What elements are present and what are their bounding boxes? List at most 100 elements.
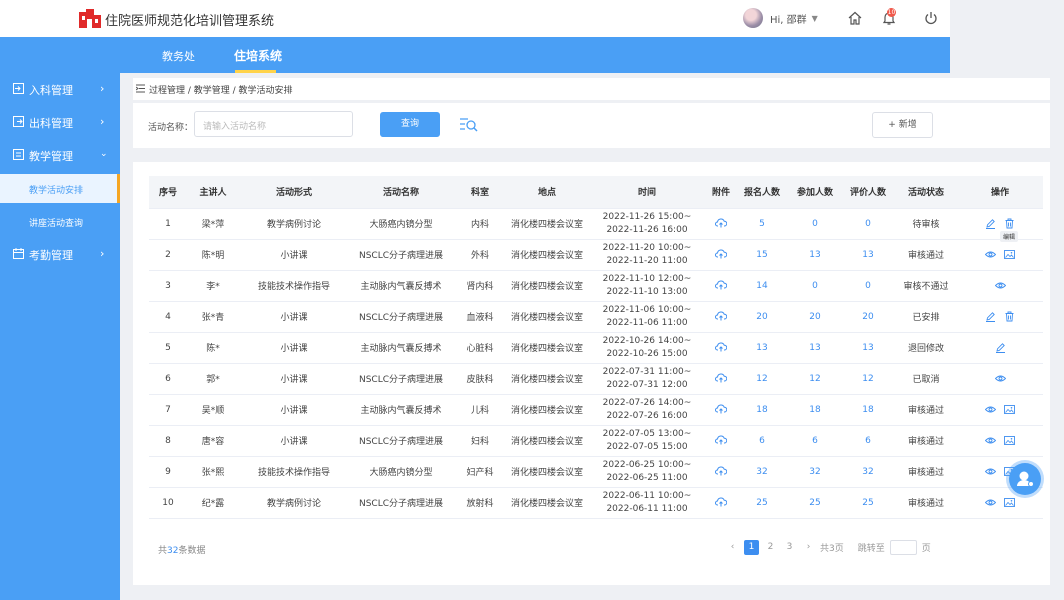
cell-actions: [957, 332, 1043, 364]
time-start: 2022-11-10 12:00~: [602, 273, 692, 284]
home-icon[interactable]: [847, 10, 863, 26]
query-button[interactable]: 查询: [380, 112, 440, 137]
time-start: 2022-11-06 10:00~: [602, 304, 692, 315]
advanced-search-icon[interactable]: [460, 117, 478, 133]
cell-attend-count[interactable]: 32: [789, 456, 841, 488]
cell-signup-count[interactable]: 32: [735, 456, 789, 488]
sidebar-subitem-activity-schedule[interactable]: 教学活动安排: [0, 174, 120, 203]
cell-attend-count[interactable]: 18: [789, 394, 841, 426]
cell-attachment[interactable]: [707, 270, 735, 302]
page-3[interactable]: 3: [782, 540, 797, 555]
next-page-icon[interactable]: ›: [801, 540, 816, 555]
cell-attachment[interactable]: [707, 425, 735, 457]
cell-attachment[interactable]: [707, 332, 735, 364]
power-icon[interactable]: [923, 10, 939, 26]
view-icon[interactable]: [994, 373, 1006, 384]
user-greeting[interactable]: Hi, 邵群: [770, 11, 807, 26]
cloud-upload-icon[interactable]: [715, 342, 728, 352]
assistant-button[interactable]: [1009, 463, 1041, 495]
sidebar-item-discharge[interactable]: 出科管理 ›: [0, 107, 120, 137]
image-icon[interactable]: [1004, 404, 1015, 415]
cell-review-count[interactable]: 20: [841, 301, 895, 333]
edit-icon[interactable]: [995, 342, 1006, 353]
sidebar-item-teaching[interactable]: 教学管理 ⌄: [0, 140, 120, 170]
cloud-upload-icon[interactable]: [715, 466, 728, 476]
delete-icon[interactable]: [1004, 311, 1015, 322]
cell-activity-name: NSCLC分子病理进展: [349, 239, 453, 271]
image-icon[interactable]: [1004, 249, 1015, 260]
time-end: 2022-11-26 16:00: [606, 224, 688, 235]
cell-signup-count[interactable]: 13: [735, 332, 789, 364]
chevron-down-icon[interactable]: ▼: [812, 14, 818, 23]
cell-signup-count[interactable]: 15: [735, 239, 789, 271]
cell-review-count[interactable]: 13: [841, 332, 895, 364]
sidebar-item-admission[interactable]: 入科管理 ›: [0, 74, 120, 104]
prev-page-icon[interactable]: ‹: [725, 540, 740, 555]
page-2[interactable]: 2: [763, 540, 778, 555]
delete-icon[interactable]: [1004, 218, 1015, 229]
view-icon[interactable]: [985, 497, 996, 508]
cell-review-count[interactable]: 0: [841, 270, 895, 302]
cell-review-count[interactable]: 0: [841, 208, 895, 240]
tab-academic-office[interactable]: 教务处: [162, 48, 195, 64]
activity-name-input[interactable]: 请输入活动名称: [194, 111, 353, 137]
add-button[interactable]: + 新增: [872, 112, 933, 138]
jump-page-input[interactable]: [889, 540, 917, 555]
cell-signup-count[interactable]: 18: [735, 394, 789, 426]
cell-attachment[interactable]: [707, 487, 735, 519]
cell-attachment[interactable]: [707, 239, 735, 271]
cell-attend-count[interactable]: 20: [789, 301, 841, 333]
cell-attend-count[interactable]: 13: [789, 332, 841, 364]
avatar[interactable]: [743, 8, 763, 28]
user-menu[interactable]: Hi, 邵群 ▼: [743, 8, 818, 28]
cell-signup-count[interactable]: 20: [735, 301, 789, 333]
cell-review-count[interactable]: 32: [841, 456, 895, 488]
cell-attachment[interactable]: [707, 456, 735, 488]
cell-signup-count[interactable]: 25: [735, 487, 789, 519]
cell-attend-count[interactable]: 25: [789, 487, 841, 519]
cell-signup-count[interactable]: 5: [735, 208, 789, 240]
cell-attend-count[interactable]: 0: [789, 208, 841, 240]
cloud-upload-icon[interactable]: [715, 435, 728, 445]
cloud-upload-icon[interactable]: [715, 280, 728, 290]
view-icon[interactable]: [985, 466, 996, 477]
cell-review-count[interactable]: 13: [841, 239, 895, 271]
view-icon[interactable]: [985, 435, 996, 446]
cell-review-count[interactable]: 12: [841, 363, 895, 395]
sidebar-item-attendance[interactable]: 考勤管理 ›: [0, 239, 120, 269]
cloud-upload-icon[interactable]: [715, 249, 728, 259]
sidebar-subitem-lecture-query[interactable]: 讲座活动查询: [0, 207, 120, 236]
cloud-upload-icon[interactable]: [715, 218, 728, 228]
page-1[interactable]: 1: [744, 540, 759, 555]
cell-review-count[interactable]: 6: [841, 425, 895, 457]
tab-residency-system[interactable]: 住培系统: [234, 47, 282, 64]
cloud-upload-icon[interactable]: [715, 404, 728, 414]
pagination: ‹ 1 2 3 › 共3页 跳转至 页: [725, 540, 931, 555]
table-row: 3 李* 技能技术操作指导 主动脉内气囊反搏术 肾内科 消化楼四楼会议室 2022-11-1…: [149, 270, 1043, 302]
cell-actions: [957, 270, 1043, 302]
cell-attend-count[interactable]: 0: [789, 270, 841, 302]
cell-review-count[interactable]: 18: [841, 394, 895, 426]
edit-icon[interactable]: [985, 218, 996, 229]
cell-attachment[interactable]: [707, 394, 735, 426]
cloud-upload-icon[interactable]: [715, 311, 728, 321]
menu-fold-icon[interactable]: [136, 84, 145, 93]
cloud-upload-icon[interactable]: [715, 373, 728, 383]
image-icon[interactable]: [1004, 435, 1015, 446]
view-icon[interactable]: [994, 280, 1006, 291]
cell-signup-count[interactable]: 6: [735, 425, 789, 457]
cell-attend-count[interactable]: 13: [789, 239, 841, 271]
cell-attend-count[interactable]: 12: [789, 363, 841, 395]
cell-attachment[interactable]: [707, 301, 735, 333]
cell-attend-count[interactable]: 6: [789, 425, 841, 457]
cell-signup-count[interactable]: 12: [735, 363, 789, 395]
cell-signup-count[interactable]: 14: [735, 270, 789, 302]
cloud-upload-icon[interactable]: [715, 497, 728, 507]
view-icon[interactable]: [985, 404, 996, 415]
edit-icon[interactable]: [985, 311, 996, 322]
cell-attachment[interactable]: [707, 363, 735, 395]
image-icon[interactable]: [1004, 497, 1015, 508]
cell-review-count[interactable]: 25: [841, 487, 895, 519]
cell-attachment[interactable]: [707, 208, 735, 240]
view-icon[interactable]: [985, 249, 996, 260]
